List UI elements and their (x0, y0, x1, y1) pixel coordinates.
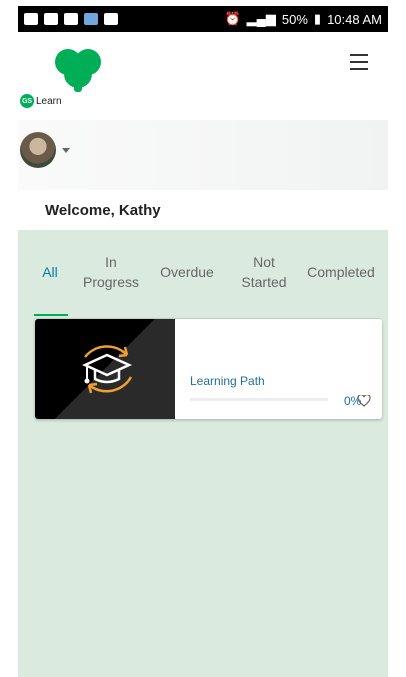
tab-completed[interactable]: Completed (302, 244, 380, 300)
battery-icon: ▮ (313, 11, 322, 26)
welcome-text: Welcome, Kathy (45, 202, 161, 219)
tab-all[interactable]: All (32, 244, 68, 300)
heart-icon[interactable] (357, 395, 371, 407)
notification-icons (24, 13, 118, 25)
learning-path-card[interactable]: Learning Path 0% (35, 319, 382, 419)
gs-learn-text: Learn (36, 95, 62, 107)
trefoil-logo (52, 42, 104, 99)
card-thumbnail (35, 319, 175, 419)
chevron-down-icon[interactable] (62, 148, 70, 153)
system-icons: ⏰ ▂▄▆ 50% ▮ 10:48 AM (224, 11, 382, 27)
image-icon (104, 13, 118, 25)
chat-icon (24, 13, 38, 25)
menu-icon[interactable] (350, 54, 368, 70)
profile-area (18, 120, 388, 190)
clock: 10:48 AM (327, 11, 382, 27)
mail-icon (64, 13, 78, 25)
tab-in-progress[interactable]: In Progress (76, 244, 146, 300)
battery-percent: 50% (281, 11, 308, 27)
status-bar: ⏰ ▂▄▆ 50% ▮ 10:48 AM (18, 6, 388, 32)
app-screen: GS Learn Welcome, Kathy All In Progress … (18, 32, 388, 677)
active-tab-indicator (34, 314, 68, 316)
mail-icon (44, 13, 58, 25)
avatar[interactable] (20, 132, 56, 168)
progress-bar (190, 398, 328, 401)
graduation-cap-icon (81, 345, 133, 394)
header (18, 32, 388, 102)
alarm-icon: ⏰ (224, 11, 241, 26)
content-area: All In Progress Overdue Not Started Comp… (18, 230, 388, 677)
signal-icon: ▂▄▆ (246, 11, 276, 26)
tab-not-started[interactable]: Not Started (232, 244, 296, 300)
tab-bar: All In Progress Overdue Not Started Comp… (18, 244, 388, 319)
gs-badge-icon: GS (20, 94, 34, 108)
gs-learn-label: GS Learn (20, 94, 62, 108)
card-title[interactable]: Learning Path (190, 374, 265, 388)
tab-overdue[interactable]: Overdue (154, 244, 220, 300)
app-icon (84, 13, 98, 25)
